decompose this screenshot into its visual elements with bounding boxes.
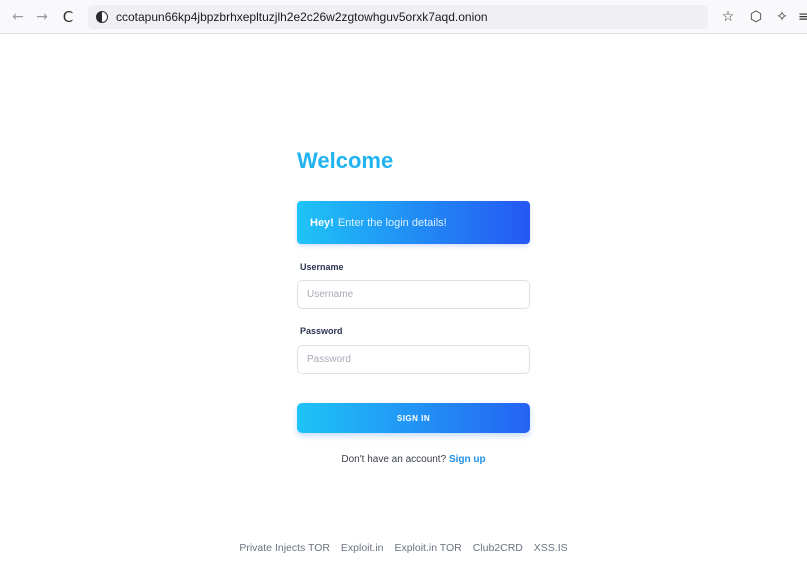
bookmark-star-icon[interactable]: ☆ xyxy=(719,8,737,26)
signup-prompt-text: Don't have an account? xyxy=(341,454,447,465)
browser-toolbar: ← → C ccotapun66kp4jbpzbrhxepltuzjlh2e2c… xyxy=(0,0,807,34)
forward-arrow-icon[interactable]: → xyxy=(32,7,52,27)
back-arrow-icon[interactable]: ← xyxy=(8,7,28,27)
password-label: Password xyxy=(300,326,343,336)
footer-link-xss-is[interactable]: XSS.IS xyxy=(534,542,568,554)
onion-site-icon[interactable] xyxy=(96,11,108,23)
address-bar[interactable]: ccotapun66kp4jbpzbrhxepltuzjlh2e2c26w2zg… xyxy=(88,5,708,29)
info-alert: Hey! Enter the login details! xyxy=(297,201,530,244)
footer-link-club2crd[interactable]: Club2CRD xyxy=(473,542,523,554)
reload-icon[interactable]: C xyxy=(58,7,78,27)
page-title: Welcome xyxy=(297,148,394,173)
footer-link-exploit-in[interactable]: Exploit.in xyxy=(341,542,384,554)
signup-prompt: Don't have an account? Sign up xyxy=(297,454,530,465)
shield-icon[interactable]: ⬡ xyxy=(747,8,765,26)
sign-up-link[interactable]: Sign up xyxy=(449,454,486,465)
username-label: Username xyxy=(300,262,344,272)
username-input[interactable] xyxy=(297,280,530,309)
url-text[interactable]: ccotapun66kp4jbpzbrhxepltuzjlh2e2c26w2zg… xyxy=(116,10,488,24)
sign-in-button[interactable]: SIGN IN xyxy=(297,403,530,433)
security-level-icon[interactable]: ✧ xyxy=(773,8,791,26)
footer-links: Private Injects TOR Exploit.in Exploit.i… xyxy=(0,542,807,554)
alert-strong-text: Hey! xyxy=(310,216,334,229)
menu-icon[interactable]: ≡ xyxy=(798,8,807,26)
password-input[interactable] xyxy=(297,345,530,374)
footer-link-private-injects-tor[interactable]: Private Injects TOR xyxy=(239,542,330,554)
alert-text: Enter the login details! xyxy=(337,216,447,229)
footer-link-exploit-in-tor[interactable]: Exploit.in TOR xyxy=(394,542,461,554)
